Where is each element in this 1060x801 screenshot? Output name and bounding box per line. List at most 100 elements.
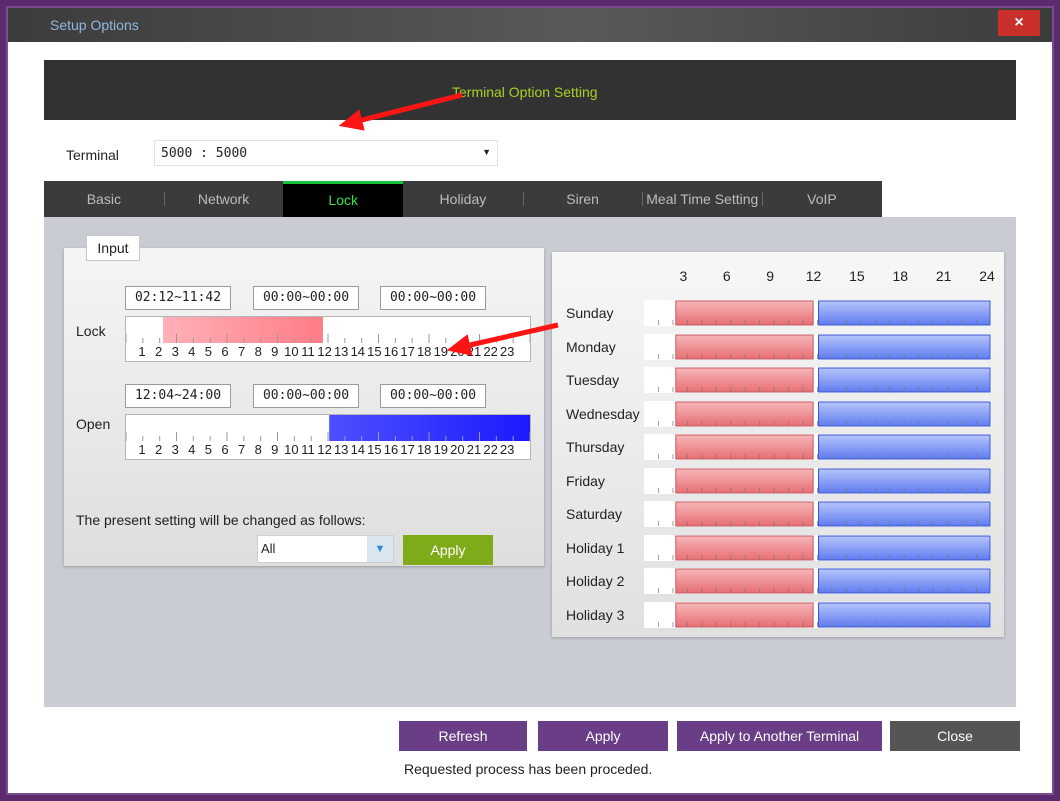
- open-hour-number: 2: [154, 442, 163, 457]
- lock-hour-number: 13: [333, 344, 349, 359]
- day-label: Holiday 1: [566, 539, 625, 556]
- tab-basic[interactable]: Basic: [44, 181, 164, 217]
- tab-holiday[interactable]: Holiday: [403, 181, 523, 217]
- lock-range-1[interactable]: 02:12~11:42: [125, 286, 231, 310]
- open-hour-number: 3: [171, 442, 179, 457]
- apply-to-another-terminal-button[interactable]: Apply to Another Terminal: [677, 721, 882, 751]
- lock-hour-number: 16: [383, 344, 399, 359]
- status-message: Requested process has been proceded.: [404, 761, 653, 777]
- open-hour-number: 4: [188, 442, 196, 457]
- schedule-hour-label: 3: [679, 268, 688, 284]
- open-hour-number: 9: [271, 442, 279, 457]
- day-label: Wednesday: [566, 405, 640, 422]
- lock-timeline[interactable]: 1 2 3 4 5 6 7 8 9 10 11 12 13 14 15 16 17 18 19 20 21 22 23: [125, 316, 531, 362]
- open-hour-number: 13: [333, 442, 349, 457]
- open-hour-number: 22: [483, 442, 498, 457]
- lock-hour-number: 5: [204, 344, 213, 359]
- day-schedule-track[interactable]: [644, 601, 991, 628]
- lock-hour-number: 15: [367, 344, 382, 359]
- apply-button[interactable]: Apply: [538, 721, 668, 751]
- open-hour-number: 14: [350, 442, 366, 457]
- day-lock-block: [675, 401, 814, 426]
- open-hour-number: 16: [383, 442, 399, 457]
- open-range-1[interactable]: 12:04~24:00: [125, 384, 231, 408]
- day-label: Monday: [566, 338, 616, 355]
- day-schedule-track[interactable]: [644, 467, 991, 494]
- tab-siren[interactable]: Siren: [522, 181, 643, 217]
- close-window-button[interactable]: ×: [998, 10, 1040, 36]
- dropdown-arrow-icon: ▼: [482, 147, 491, 157]
- day-schedule-track[interactable]: [644, 333, 991, 360]
- tab-content: Input 02:12~11:42 00:00~00:00 00:00~00:0…: [44, 217, 1016, 707]
- day-schedule-track[interactable]: [644, 501, 991, 527]
- day-schedule-track[interactable]: [644, 434, 991, 460]
- apply-target-value: All: [261, 541, 276, 556]
- open-hour-number: 23: [499, 442, 515, 457]
- day-schedule-track[interactable]: [644, 367, 991, 393]
- lock-hour-number: 10: [284, 344, 299, 359]
- schedule-hour-label: 6: [722, 268, 731, 284]
- lock-hour-number: 12: [317, 344, 332, 359]
- open-hour-numbers: 1 2 3 4 5 6 7 8 9 10 11 12 13 14 15 16 17 18 19 20 21 22 23: [126, 442, 530, 458]
- tab-lock[interactable]: Lock: [283, 181, 404, 217]
- schedule-hour-label: 21: [935, 268, 952, 284]
- open-range-2[interactable]: 00:00~00:00: [253, 384, 359, 408]
- day-lock-block: [675, 501, 814, 527]
- tab-meal-time-setting[interactable]: Meal Time Setting: [642, 181, 762, 217]
- lock-hour-number: 4: [188, 344, 196, 359]
- open-hour-number: 5: [204, 442, 213, 457]
- title-bar: Setup Options ×: [8, 8, 1052, 42]
- day-lock-block: [675, 602, 814, 627]
- window-title: Setup Options: [50, 17, 139, 33]
- day-lock-block: [675, 535, 814, 560]
- schedule-hour-label: 18: [892, 268, 909, 284]
- open-hour-number: 8: [254, 442, 262, 457]
- day-schedule-track[interactable]: [644, 568, 991, 594]
- lock-hour-number: 6: [221, 344, 229, 359]
- open-hour-number: 17: [400, 442, 415, 457]
- apply-target-select[interactable]: All ▼: [257, 535, 394, 563]
- open-hour-number: 20: [450, 442, 465, 457]
- lock-highlight: [163, 317, 323, 343]
- day-schedule-track[interactable]: [644, 300, 991, 326]
- refresh-button[interactable]: Refresh: [399, 721, 527, 751]
- open-hour-number: 7: [237, 442, 246, 457]
- day-lock-block: [675, 300, 814, 326]
- day-schedule-track[interactable]: [644, 400, 991, 427]
- apply-input-button[interactable]: Apply: [403, 535, 493, 565]
- lock-hour-number: 14: [350, 344, 366, 359]
- day-label: Sunday: [566, 305, 614, 321]
- lock-hour-number: 18: [416, 344, 432, 359]
- lock-hour-number: 22: [483, 344, 498, 359]
- open-hour-number: 19: [433, 442, 449, 457]
- open-label: Open: [76, 416, 111, 432]
- lock-hour-number: 1: [138, 344, 146, 359]
- lock-hour-number: 2: [154, 344, 163, 359]
- terminal-label: Terminal: [66, 147, 119, 163]
- lock-range-3[interactable]: 00:00~00:00: [380, 286, 486, 310]
- day-label: Tuesday: [566, 372, 620, 388]
- open-hour-number: 18: [416, 442, 432, 457]
- open-timeline[interactable]: 1 2 3 4 5 6 7 8 9 10 11 12 13 14 15 16 17 18 19 20 21 22 23: [125, 414, 531, 460]
- day-label: Saturday: [566, 506, 623, 522]
- schedule-hour-label: 15: [849, 268, 865, 284]
- open-range-3[interactable]: 00:00~00:00: [380, 384, 486, 408]
- input-tab[interactable]: Input: [86, 235, 140, 261]
- tab-voip[interactable]: VoIP: [762, 181, 882, 217]
- chevron-down-icon[interactable]: ▼: [367, 536, 393, 562]
- open-timeline-bar[interactable]: [126, 415, 530, 441]
- tab-network[interactable]: Network: [163, 181, 284, 217]
- lock-range-2[interactable]: 00:00~00:00: [253, 286, 359, 310]
- open-hour-number: 1: [138, 442, 146, 457]
- lock-hour-number: 8: [254, 344, 262, 359]
- terminal-value: 5000 : 5000: [161, 146, 248, 161]
- header-title: Terminal Option Setting: [452, 84, 598, 100]
- schedule-hour-label: 24: [979, 268, 995, 284]
- close-button[interactable]: Close: [890, 721, 1020, 751]
- day-lock-block: [675, 334, 814, 359]
- terminal-select[interactable]: 5000 : 5000 ▼: [154, 140, 498, 166]
- lock-timeline-bar[interactable]: [126, 317, 530, 343]
- lock-hour-numbers: 1 2 3 4 5 6 7 8 9 10 11 12 13 14 15 16 17 18 19 20 21 22 23: [126, 344, 530, 360]
- lock-hour-number: 9: [271, 344, 279, 359]
- day-schedule-track[interactable]: [644, 534, 991, 561]
